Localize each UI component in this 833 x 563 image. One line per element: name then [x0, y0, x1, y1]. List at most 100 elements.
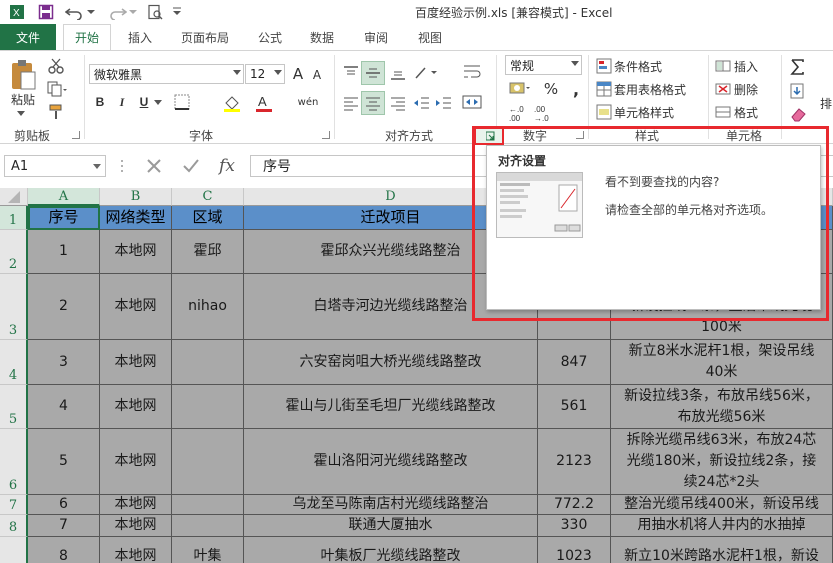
align-center-icon[interactable] [361, 91, 385, 115]
cell-c3[interactable]: nihao [172, 274, 244, 340]
row-header[interactable]: 4 [0, 340, 28, 385]
cell-e9[interactable]: 1023 [538, 537, 611, 563]
cell-a8[interactable]: 7 [28, 515, 100, 537]
italic-button[interactable]: I [115, 93, 129, 111]
row-header[interactable]: 6 [0, 429, 28, 495]
sort-filter-button[interactable]: 排 [820, 95, 832, 112]
cell-e4[interactable]: 847 [538, 340, 611, 385]
cell-styles-icon[interactable] [595, 103, 613, 121]
row-header[interactable]: 1 [0, 206, 28, 230]
cell-c8[interactable] [172, 515, 244, 537]
underline-dropdown-icon[interactable] [153, 98, 163, 108]
phonetic-guide-icon[interactable]: wén [297, 91, 319, 113]
row-header[interactable]: 2 [0, 230, 28, 274]
undo-icon[interactable] [64, 3, 84, 21]
sum-icon[interactable] [788, 57, 810, 77]
undo-dropdown-icon[interactable] [86, 3, 96, 21]
format-as-table-button[interactable]: 套用表格格式 [614, 81, 686, 98]
paste-dropdown-icon[interactable] [15, 109, 27, 119]
cell-a9[interactable]: 8 [28, 537, 100, 563]
tab-view[interactable]: 视图 [410, 24, 450, 50]
shrink-font-icon[interactable]: A [310, 66, 324, 84]
cell-a5[interactable]: 4 [28, 385, 100, 429]
cell-f8[interactable]: 用抽水机将人井内的水抽掉 [611, 515, 833, 537]
tab-file[interactable]: 文件 [0, 24, 56, 50]
number-launcher-icon[interactable] [576, 131, 584, 139]
cell-a2[interactable]: 1 [28, 230, 100, 274]
cell-d6[interactable]: 霍山洛阳河光缆线路整改 [244, 429, 538, 495]
cancel-icon[interactable] [143, 155, 165, 177]
column-header-a[interactable]: A [28, 188, 100, 206]
cell-c7[interactable] [172, 495, 244, 515]
fill-color-icon[interactable] [221, 93, 243, 113]
conditional-format-icon[interactable] [595, 57, 613, 75]
format-as-table-icon[interactable] [595, 80, 613, 98]
cell-b2[interactable]: 本地网 [100, 230, 172, 274]
cell-f6[interactable]: 拆除光缆吊线63米，布放24芯 光缆180米，新设拉线2条，接 续24芯*2头 [611, 429, 833, 495]
bold-button[interactable]: B [93, 93, 107, 111]
cell-a4[interactable]: 3 [28, 340, 100, 385]
clipboard-launcher-icon[interactable] [72, 131, 80, 139]
merge-center-icon[interactable] [461, 91, 483, 113]
font-color-icon[interactable]: A [254, 93, 274, 113]
cell-c2[interactable]: 霍邱 [172, 230, 244, 274]
select-all-corner[interactable] [0, 188, 28, 206]
currency-icon[interactable] [508, 79, 532, 99]
increase-decimal-icon[interactable]: ←.0.00 [507, 103, 529, 123]
cell-styles-button[interactable]: 单元格样式 [614, 104, 674, 121]
cell-e5[interactable]: 561 [538, 385, 611, 429]
wrap-text-icon[interactable] [461, 61, 483, 83]
cell-f5[interactable]: 新设拉线3条，布放吊线56米， 布放光缆56米 [611, 385, 833, 429]
cell-c6[interactable] [172, 429, 244, 495]
borders-icon[interactable] [172, 93, 192, 111]
font-launcher-icon[interactable] [322, 131, 330, 139]
tab-data[interactable]: 数据 [302, 24, 342, 50]
cell-b6[interactable]: 本地网 [100, 429, 172, 495]
name-box-dropdown-icon[interactable] [92, 162, 102, 172]
cell-b7[interactable]: 本地网 [100, 495, 172, 515]
cell-c4[interactable] [172, 340, 244, 385]
format-cells-button[interactable]: 格式 [734, 104, 758, 121]
copy-icon[interactable] [46, 80, 68, 98]
grow-font-icon[interactable]: A [290, 64, 306, 84]
row-header[interactable]: 8 [0, 515, 28, 537]
cell-e6[interactable]: 2123 [538, 429, 611, 495]
cell-a7[interactable]: 6 [28, 495, 100, 515]
cell-b4[interactable]: 本地网 [100, 340, 172, 385]
tab-review[interactable]: 审阅 [356, 24, 396, 50]
tab-page-layout[interactable]: 页面布局 [172, 24, 238, 50]
cell-d7[interactable]: 乌龙至马陈南店村光缆线路整治 [244, 495, 538, 515]
orientation-icon[interactable] [412, 63, 438, 83]
row-header[interactable]: 7 [0, 495, 28, 515]
decrease-indent-icon[interactable] [412, 93, 432, 113]
cell-b8[interactable]: 本地网 [100, 515, 172, 537]
tab-home[interactable]: 开始 [63, 24, 111, 50]
conditional-format-button[interactable]: 条件格式 [614, 58, 662, 75]
name-box[interactable]: A1 [4, 155, 106, 177]
redo-dropdown-icon[interactable] [128, 3, 138, 21]
fill-icon[interactable] [788, 81, 810, 101]
tab-formulas[interactable]: 公式 [250, 24, 290, 50]
redo-icon[interactable] [108, 3, 128, 21]
cell-a1[interactable]: 序号 [28, 206, 100, 230]
cell-d5[interactable]: 霍山与儿街至毛坦厂光缆线路整改 [244, 385, 538, 429]
column-header-c[interactable]: C [172, 188, 244, 206]
middle-align-icon[interactable] [361, 61, 385, 85]
underline-button[interactable]: U [137, 93, 151, 111]
format-painter-icon[interactable] [47, 103, 65, 121]
clear-icon[interactable] [788, 104, 810, 124]
fx-icon[interactable]: fx [214, 154, 240, 178]
column-header-b[interactable]: B [100, 188, 172, 206]
percent-button[interactable]: % [542, 79, 560, 99]
customize-toolbar-icon[interactable] [172, 3, 182, 21]
row-header[interactable] [0, 537, 28, 563]
cell-f7[interactable]: 整治光缆吊线400米，新设吊线 [611, 495, 833, 515]
cell-d9[interactable]: 叶集板厂光缆线路整改 [244, 537, 538, 563]
row-header[interactable]: 3 [0, 274, 28, 340]
font-name-dropdown-icon[interactable] [232, 68, 242, 78]
save-icon[interactable] [37, 3, 55, 21]
delete-cells-icon[interactable] [714, 80, 732, 98]
tab-insert[interactable]: 插入 [117, 24, 163, 50]
increase-indent-icon[interactable] [434, 93, 454, 113]
insert-cells-button[interactable]: 插入 [734, 58, 758, 75]
